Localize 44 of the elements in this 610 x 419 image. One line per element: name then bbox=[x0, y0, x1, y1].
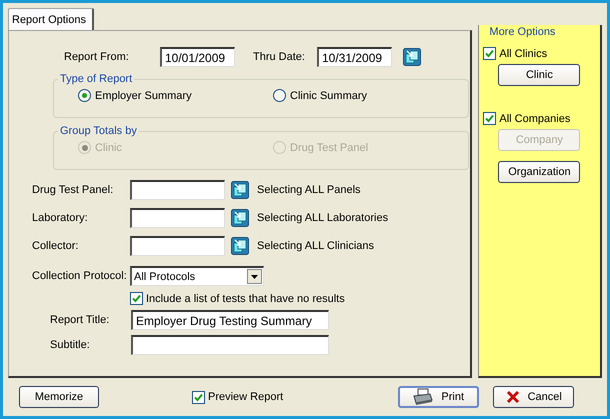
option-button[interactable]: Clinic bbox=[498, 64, 580, 86]
group-title: Type of Report bbox=[59, 73, 134, 85]
input-field[interactable] bbox=[130, 236, 225, 256]
input-field[interactable] bbox=[130, 180, 225, 200]
dropdown[interactable]: All Protocols bbox=[130, 266, 264, 286]
memorize-button[interactable]: Memorize bbox=[19, 386, 99, 408]
radio-label: Drug Test Panel bbox=[290, 142, 368, 154]
print-button[interactable]: Print bbox=[398, 386, 480, 408]
field-label: Thru Date: bbox=[253, 51, 306, 63]
cancel-button[interactable]: Cancel bbox=[493, 386, 574, 408]
input-field[interactable]: Employer Drug Testing Summary bbox=[131, 310, 329, 330]
status-text: Selecting ALL Clinicians bbox=[257, 240, 374, 252]
checkbox-label: Preview Report bbox=[208, 391, 284, 403]
printer-icon bbox=[413, 388, 434, 406]
field-label: Collector: bbox=[32, 240, 80, 252]
status-text: Selecting ALL Panels bbox=[257, 184, 361, 196]
x-icon bbox=[506, 390, 520, 404]
radio-button[interactable] bbox=[78, 89, 91, 102]
checkbox-label: Include a list of tests that have no results bbox=[146, 292, 345, 304]
radio-button[interactable] bbox=[273, 89, 286, 102]
radio-label: Clinic bbox=[95, 142, 122, 154]
input-field[interactable] bbox=[130, 208, 225, 228]
checkbox[interactable] bbox=[130, 292, 143, 305]
radio-label: Employer Summary bbox=[95, 90, 192, 102]
status-text: Selecting ALL Laboratories bbox=[257, 212, 388, 224]
checkbox[interactable] bbox=[483, 112, 496, 125]
radio-label: Clinic Summary bbox=[290, 90, 368, 102]
field-label: Report From: bbox=[64, 51, 130, 63]
option-button[interactable]: Organization bbox=[498, 161, 580, 183]
input-field[interactable] bbox=[131, 335, 329, 355]
panel-title: More Options bbox=[489, 26, 556, 38]
group-title: Group Totals by bbox=[59, 125, 138, 137]
field-label: Laboratory: bbox=[32, 212, 89, 224]
field-label: Collection Protocol: bbox=[32, 270, 128, 282]
checkbox[interactable] bbox=[192, 390, 205, 404]
checkbox[interactable] bbox=[483, 47, 496, 60]
field-label: Drug Test Panel: bbox=[32, 184, 114, 196]
field-label: Subtitle: bbox=[50, 339, 91, 351]
input-field[interactable]: 10/31/2009 bbox=[317, 47, 392, 67]
tab[interactable]: Report Options bbox=[8, 8, 94, 30]
checkbox-label: All Companies bbox=[499, 112, 570, 124]
field-label: Report Title: bbox=[50, 314, 110, 326]
input-field[interactable]: 10/01/2009 bbox=[160, 47, 235, 67]
checkbox-label: All Clinics bbox=[499, 48, 548, 60]
